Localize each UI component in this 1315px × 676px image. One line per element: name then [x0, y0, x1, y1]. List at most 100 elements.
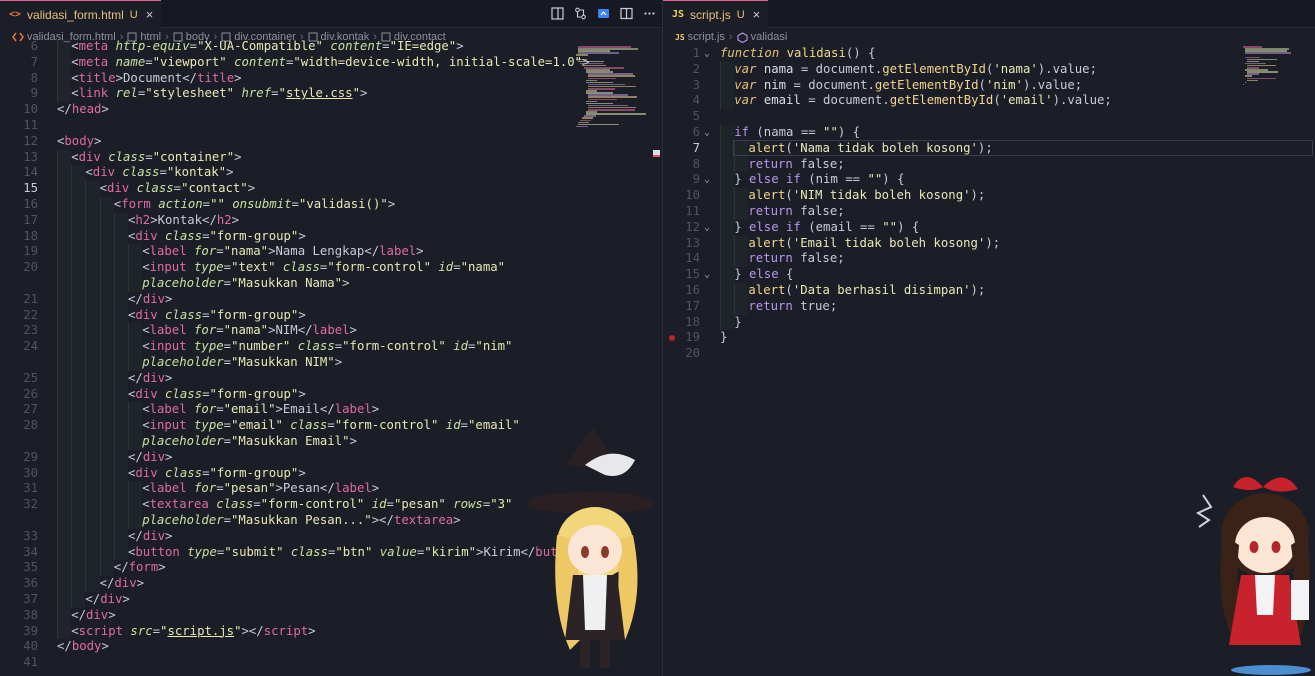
code-line[interactable]: 10 alert('NIM tidak boleh kosong'); [663, 188, 1315, 204]
close-icon[interactable]: × [753, 7, 761, 22]
indent-guide [71, 276, 86, 292]
code-line[interactable]: 1 ⌄ function validasi() { [663, 46, 1315, 62]
indent-guide [85, 544, 100, 561]
code-line[interactable]: 2 var nama = document.getElementById('nam… [663, 61, 1315, 78]
minimap[interactable] [1243, 46, 1307, 136]
indent-guide [71, 560, 86, 577]
fold-chevron-icon[interactable]: ⌄ [704, 267, 710, 283]
indent-guide [85, 370, 100, 387]
code-line[interactable]: 4 var email = document.getElementById('em… [663, 93, 1315, 110]
indent-guide [720, 314, 735, 331]
tab-script-js[interactable]: JS script.js U × [663, 0, 769, 28]
code-line[interactable]: 10 </head> [0, 102, 662, 118]
line-number: 13 [685, 235, 700, 250]
code-line[interactable]: 7 alert('Nama tidak boleh kosong'); [663, 140, 1315, 157]
live-share-icon[interactable] [596, 6, 611, 21]
fold-chevron-icon[interactable]: ⌄ [704, 125, 710, 141]
code-line[interactable]: 11 return false; [663, 204, 1315, 220]
tab-label: script.js [690, 7, 731, 22]
code-line[interactable]: 7 <meta name="viewport" content="width=de… [0, 54, 662, 71]
code-line[interactable]: 14 return false; [663, 251, 1315, 268]
indent-guide [57, 86, 72, 103]
more-actions-icon[interactable] [642, 6, 657, 21]
code-text: placeholder="Masukkan Nama"> [142, 276, 350, 290]
code-line[interactable]: 26 <div class="form-group"> [0, 386, 662, 403]
code-line[interactable]: 27 <label for="email">Email</label> [0, 402, 662, 419]
indent-guide [99, 434, 114, 450]
indent-guide [85, 212, 100, 229]
code-line[interactable]: 8 return false; [663, 156, 1315, 173]
code-line[interactable]: 12 ⌄} else if (email == "") { [663, 219, 1315, 236]
indent-guide [99, 402, 114, 419]
indent-guide [57, 244, 72, 261]
indent-guide [71, 576, 86, 592]
breadcrumb-function[interactable]: validasi [751, 31, 788, 43]
close-icon[interactable]: × [146, 7, 154, 22]
code-line[interactable]: 20 [663, 346, 1315, 362]
code-line[interactable]: 25 </div> [0, 370, 662, 387]
code-line[interactable]: placeholder="Masukkan NIM"> [0, 355, 662, 371]
code-line[interactable]: 14 <div class="kontak"> [0, 165, 662, 182]
line-number: 39 [23, 623, 38, 638]
code-line[interactable]: 22 <div class="form-group"> [0, 307, 662, 324]
open-preview-icon[interactable] [550, 6, 565, 21]
fold-chevron-icon[interactable]: ⌄ [704, 46, 710, 62]
minimap[interactable] [576, 46, 646, 136]
code-line[interactable]: 19 <label for="nama">Nama Lengkap</label> [0, 244, 662, 261]
split-editor-icon[interactable] [619, 6, 634, 21]
indent-guide [71, 181, 86, 197]
code-line[interactable]: 20 <input type="text" class="form-control… [0, 260, 662, 276]
code-line[interactable]: 9 ⌄} else if (nim == "") { [663, 172, 1315, 189]
code-line[interactable]: 8 <title>Document</title> [0, 70, 662, 87]
compare-changes-icon[interactable] [573, 6, 588, 21]
indent-guide [71, 592, 86, 608]
indent-guide [85, 323, 100, 340]
code-text: <textarea class="form-control" id="pesan… [142, 497, 513, 512]
code-text: <input type="text" class="form-control" … [142, 260, 506, 275]
code-line[interactable]: 16 <form action="" onsubmit="validasi()"> [0, 197, 662, 213]
code-line[interactable]: 12 <body> [0, 134, 662, 150]
indent-guide [99, 528, 114, 545]
code-line[interactable]: 9 <link rel="stylesheet" href="style.css"… [0, 86, 662, 103]
tab-validasi-form-html[interactable]: <> validasi_form.html U × [0, 0, 162, 28]
minimap-line [576, 125, 588, 128]
indent-guide [720, 283, 735, 299]
code-line[interactable]: 17 <h2>Kontak</h2> [0, 212, 662, 229]
code-line[interactable]: 21 </div> [0, 291, 662, 308]
code-text: } else if (email == "") { [734, 219, 920, 234]
code-line[interactable]: 13 <div class="container"> [0, 149, 662, 166]
indent-guide [57, 70, 72, 87]
fold-chevron-icon[interactable]: ⌄ [704, 220, 710, 236]
indent-guide [57, 260, 72, 276]
code-line[interactable]: 15 <div class="contact"> [0, 181, 662, 197]
code-text: </div> [128, 528, 173, 543]
indent-guide [57, 339, 72, 355]
code-line[interactable]: 16 alert('Data berhasil disimpan'); [663, 283, 1315, 299]
code-text: alert('NIM tidak boleh kosong'); [748, 188, 986, 203]
code-line[interactable]: 23 <label for="nama">NIM</label> [0, 323, 662, 340]
code-line[interactable]: 3 var nim = document.getElementById('nim'… [663, 77, 1315, 94]
code-line[interactable]: 18 <div class="form-group"> [0, 228, 662, 245]
line-number: 27 [23, 402, 38, 417]
indent-guide [57, 481, 72, 498]
code-line[interactable]: 18} [663, 314, 1315, 331]
code-line[interactable]: 15 ⌄} else { [663, 267, 1315, 283]
breadcrumb-file[interactable]: script.js [688, 31, 725, 43]
code-line[interactable]: 6 <meta http-equiv="X-UA-Compatible" cont… [0, 39, 662, 55]
code-line[interactable]: 11 [0, 118, 662, 134]
code-text: } [720, 330, 728, 345]
indent-guide [57, 291, 72, 308]
code-line[interactable]: 5 [663, 109, 1315, 125]
line-number: 29 [23, 449, 38, 464]
indent-guide [57, 276, 72, 292]
indent-guide [85, 339, 100, 355]
code-line[interactable]: 24 <input type="number" class="form-contr… [0, 339, 662, 355]
code-text: <title>Document</title> [71, 70, 242, 85]
code-line[interactable]: placeholder="Masukkan Nama"> [0, 276, 662, 292]
code-line[interactable]: 13 alert('Email tidak boleh kosong'); [663, 235, 1315, 252]
code-line[interactable]: 17 return true; [663, 298, 1315, 315]
fold-chevron-icon[interactable]: ⌄ [704, 172, 710, 188]
indent-guide [85, 228, 100, 245]
code-line[interactable]: 19} [663, 330, 1315, 346]
code-line[interactable]: 6 ⌄ if (nama == "") { [663, 125, 1315, 141]
